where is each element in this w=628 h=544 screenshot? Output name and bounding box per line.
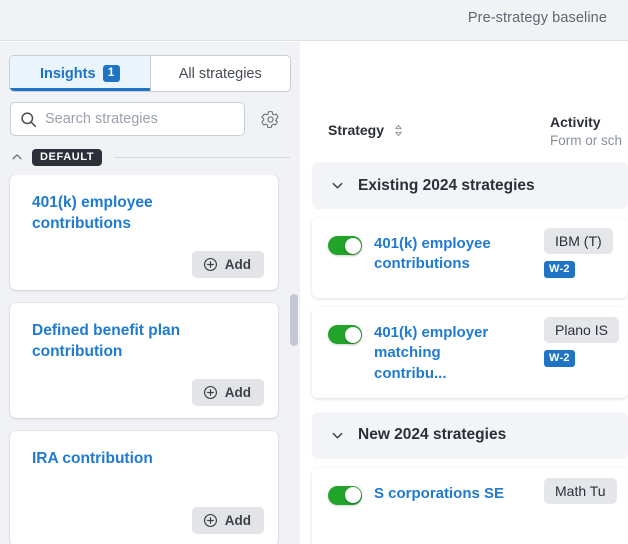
- search-box[interactable]: [10, 102, 245, 136]
- insight-card-list: 401(k) employee contributions Add Define…: [0, 175, 300, 544]
- chevron-down-icon[interactable]: [330, 428, 345, 443]
- insight-card[interactable]: IRA contribution Add: [10, 431, 278, 544]
- add-button[interactable]: Add: [191, 379, 264, 406]
- activity-form-tag: W-2: [544, 261, 575, 278]
- sidebar-tabs: Insights 1 All strategies: [10, 56, 290, 91]
- table-row[interactable]: 401(k) employee contributions IBM (T) W-…: [312, 218, 628, 298]
- insight-card[interactable]: 401(k) employee contributions Add: [10, 175, 278, 290]
- table-row[interactable]: S corporations SE Math Tu: [312, 467, 628, 544]
- search-icon: [20, 111, 37, 128]
- chevron-down-icon[interactable]: [330, 178, 345, 193]
- search-row: [10, 102, 290, 136]
- column-header-activity-label: Activity: [550, 114, 601, 130]
- section-title: Existing 2024 strategies: [358, 176, 535, 194]
- plus-circle-icon: [203, 385, 218, 400]
- group-chip-default: DEFAULT: [32, 148, 103, 166]
- group-header-default[interactable]: DEFAULT: [10, 146, 290, 168]
- insight-card-title[interactable]: 401(k) employee contributions: [32, 193, 217, 235]
- strategy-table-panel: Strategy Activity Form or sch Existing 2…: [300, 42, 628, 544]
- add-button-label: Add: [224, 513, 251, 528]
- insight-card[interactable]: Defined benefit plan contribution Add: [10, 303, 278, 418]
- activity-pill[interactable]: Plano IS: [544, 317, 619, 343]
- row-strategy-name[interactable]: 401(k) employer matching contribu...: [374, 323, 514, 384]
- tab-insights-badge: 1: [102, 65, 120, 82]
- chevron-up-icon[interactable]: [10, 150, 24, 164]
- page-title: Pre-strategy baseline: [467, 10, 607, 26]
- add-button-label: Add: [224, 257, 251, 272]
- toggle-knob: [344, 326, 361, 343]
- insight-card-title[interactable]: IRA contribution: [32, 449, 217, 470]
- sort-updown-icon[interactable]: [393, 124, 404, 137]
- plus-circle-icon: [203, 513, 218, 528]
- tab-insights-label: Insights: [39, 65, 96, 82]
- row-toggle[interactable]: [328, 325, 362, 344]
- table-column-headers: Strategy Activity Form or sch: [300, 114, 628, 160]
- sidebar-scrollbar-thumb[interactable]: [290, 294, 298, 346]
- table-row[interactable]: 401(k) employer matching contribu... Pla…: [312, 307, 628, 398]
- row-toggle[interactable]: [328, 236, 362, 255]
- add-button[interactable]: Add: [191, 251, 264, 278]
- insight-card-title[interactable]: Defined benefit plan contribution: [32, 321, 217, 363]
- column-header-strategy-label: Strategy: [328, 122, 385, 138]
- column-header-strategy[interactable]: Strategy: [328, 122, 404, 138]
- toggle-knob: [344, 237, 361, 254]
- app-root: Pre-strategy baseline Insights 1 All str…: [0, 0, 628, 544]
- column-header-activity-sub: Form or sch: [550, 133, 623, 148]
- row-activity: IBM (T) W-2: [544, 228, 628, 278]
- toggle-knob: [344, 487, 361, 504]
- row-strategy-name[interactable]: S corporations SE: [374, 484, 514, 504]
- activity-pill[interactable]: IBM (T): [544, 228, 613, 254]
- group-divider: [114, 156, 290, 158]
- gear-icon[interactable]: [259, 108, 281, 130]
- row-toggle[interactable]: [328, 485, 362, 505]
- tab-all-strategies[interactable]: All strategies: [150, 56, 290, 91]
- tab-insights[interactable]: Insights 1: [10, 56, 150, 91]
- row-activity: Plano IS W-2: [544, 317, 628, 367]
- row-activity: Math Tu: [544, 477, 628, 504]
- section-title: New 2024 strategies: [358, 426, 507, 444]
- strategy-table: Existing 2024 strategies 401(k) employee…: [300, 162, 628, 544]
- activity-pill[interactable]: Math Tu: [544, 477, 617, 504]
- add-button-label: Add: [224, 385, 251, 400]
- plus-circle-icon: [203, 257, 218, 272]
- tab-all-strategies-label: All strategies: [178, 65, 262, 82]
- top-bar: Pre-strategy baseline: [0, 0, 628, 41]
- activity-form-tag: W-2: [544, 350, 575, 367]
- section-header-existing[interactable]: Existing 2024 strategies: [312, 162, 628, 209]
- insights-sidebar: Insights 1 All strategies Search strateg…: [0, 42, 300, 544]
- row-strategy-name[interactable]: 401(k) employee contributions: [374, 234, 514, 275]
- add-button[interactable]: Add: [191, 507, 264, 534]
- column-header-activity: Activity Form or sch: [550, 114, 622, 148]
- search-input[interactable]: [45, 111, 225, 127]
- section-header-new[interactable]: New 2024 strategies: [312, 411, 628, 459]
